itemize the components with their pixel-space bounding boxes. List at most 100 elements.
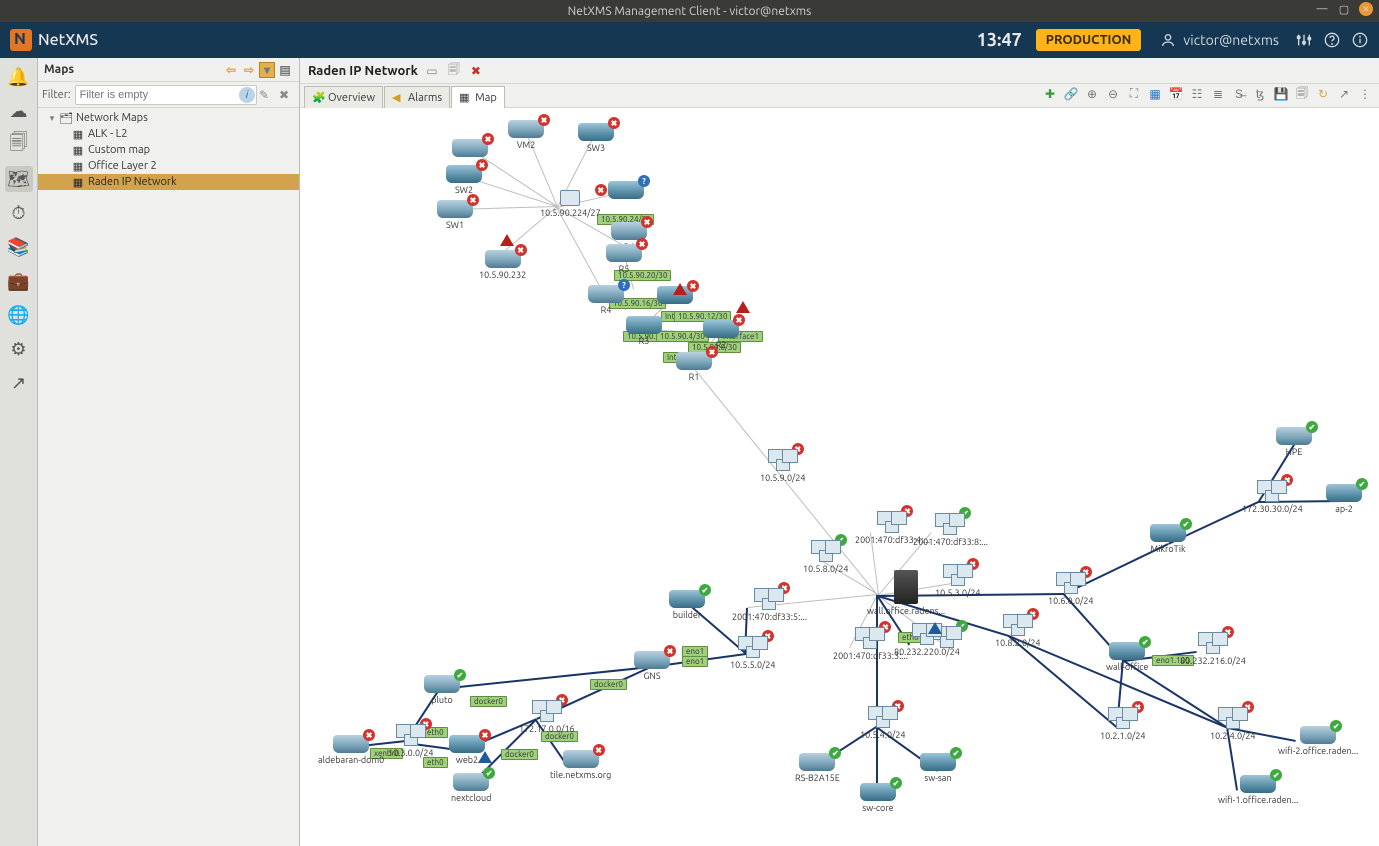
- rail-globe-icon[interactable]: 🌐: [5, 302, 33, 328]
- map-node[interactable]: ✖10.5.4.0/24: [860, 706, 906, 740]
- window-close-icon[interactable]: ×: [1359, 2, 1373, 16]
- map-node[interactable]: ✖10.5.5.0/24: [730, 636, 776, 670]
- map-node[interactable]: R3: [626, 316, 662, 346]
- map-canvas[interactable]: 10.5.90.24/3010.5.90.20/3010.5.90.16/30I…: [300, 108, 1379, 846]
- settings-sliders-icon[interactable]: [1295, 31, 1313, 49]
- map-node[interactable]: ✔2001:470:df33:8:...: [913, 513, 988, 547]
- tree-root[interactable]: ▾ 🗂 Network Maps: [38, 110, 299, 126]
- map-node[interactable]: ?: [608, 181, 644, 199]
- map-node[interactable]: ✖10.6.0.0/24: [1048, 572, 1094, 606]
- map-node[interactable]: ✔builder: [669, 590, 705, 620]
- window-max-icon[interactable]: ▢: [1337, 2, 1351, 16]
- map-node[interactable]: ✖10.5.90.232: [479, 250, 526, 280]
- map-node[interactable]: ✖GNS: [634, 651, 670, 681]
- map-node[interactable]: ✔sw-core: [860, 783, 896, 813]
- tree-item[interactable]: ▦Custom map: [38, 142, 299, 158]
- zoom-fit-icon[interactable]: ⛶: [1126, 86, 1142, 102]
- rail-maps-icon[interactable]: 🗺: [5, 166, 33, 192]
- map-node[interactable]: ✖10.5.90.224/27: [540, 190, 601, 218]
- view-close-icon[interactable]: ✖: [468, 63, 484, 79]
- rail-gear-icon[interactable]: ⚙: [5, 336, 33, 362]
- map-node[interactable]: ✖80.232.216.0/24: [1180, 632, 1246, 666]
- tab-alarms[interactable]: ◀Alarms: [384, 86, 450, 108]
- filter-reset-icon[interactable]: ✖: [279, 88, 295, 102]
- map-node[interactable]: ✖SW1: [437, 200, 473, 230]
- interface-tag[interactable]: docker0: [501, 749, 538, 760]
- map-node[interactable]: ✖10.3.0.0/24: [388, 724, 434, 758]
- interface-tag[interactable]: docker0: [470, 696, 507, 707]
- map-node[interactable]: ✖tile.netxms.org: [550, 750, 611, 780]
- refresh-icon[interactable]: ↻: [1315, 86, 1331, 102]
- map-node[interactable]: ✖2001:470:df33:5:...: [732, 588, 807, 622]
- filter-info-icon[interactable]: i: [239, 87, 255, 103]
- rail-alarms-icon[interactable]: 🔔: [5, 64, 33, 90]
- map-node[interactable]: 80.232.220.0/24: [894, 623, 960, 657]
- tree-item[interactable]: ▦Office Layer 2: [38, 158, 299, 174]
- map-node[interactable]: ✔ap-2: [1326, 484, 1362, 514]
- add-icon[interactable]: ✚: [1042, 86, 1058, 102]
- more-icon[interactable]: ⋮: [1357, 86, 1373, 102]
- map-node[interactable]: ✖10.5.9.0/24: [760, 449, 806, 483]
- tree-item-selected[interactable]: ▦Raden IP Network: [38, 174, 299, 190]
- rail-toolbox-icon[interactable]: 💼: [5, 268, 33, 294]
- view-restore-icon[interactable]: ▭: [424, 63, 440, 79]
- map-node[interactable]: ?R4: [588, 285, 624, 315]
- map-node[interactable]: ✖10.2.1.0/24: [1100, 707, 1146, 741]
- map-node[interactable]: wall.office.radens...: [867, 570, 945, 616]
- tab-overview[interactable]: 🧩Overview: [304, 86, 383, 108]
- tab-map[interactable]: ▦Map: [451, 86, 505, 108]
- map-node[interactable]: ✔sw-san: [920, 753, 956, 783]
- rail-cloud-icon[interactable]: ☁: [5, 98, 33, 124]
- zoom-in-icon[interactable]: ⊕: [1084, 86, 1100, 102]
- copy-icon[interactable]: 🗐: [1294, 86, 1310, 102]
- strike-icon[interactable]: S̶: [1231, 86, 1247, 102]
- window-min-icon[interactable]: —: [1315, 2, 1329, 16]
- map-node[interactable]: ✔wall-office: [1106, 642, 1148, 672]
- interface-tag[interactable]: eth0: [423, 757, 448, 768]
- filter-input[interactable]: [75, 85, 257, 105]
- map-node[interactable]: ✖10.8.2.0/24: [995, 614, 1041, 648]
- list-icon[interactable]: ≣: [1210, 86, 1226, 102]
- map-node[interactable]: ✖172.30.30.0/24: [1242, 480, 1303, 514]
- map-node[interactable]: ✖R5: [606, 244, 642, 274]
- tree-item[interactable]: ▦ALK - L2: [38, 126, 299, 142]
- map-node[interactable]: ✖172.17.0.0/16: [519, 700, 575, 734]
- map-node[interactable]: ✖VM2: [508, 120, 544, 150]
- map-node[interactable]: ✔wifi-1.office.raden...: [1218, 775, 1298, 805]
- collapse-icon[interactable]: ▾: [46, 113, 58, 124]
- map-node[interactable]: ✖SW3: [578, 123, 614, 153]
- map-node[interactable]: ✖R1: [676, 352, 712, 382]
- view-detach-icon[interactable]: 🗐: [446, 63, 462, 79]
- interface-tag[interactable]: docker0: [590, 679, 627, 690]
- help-icon[interactable]: [1323, 31, 1341, 49]
- rail-library-icon[interactable]: 📚: [5, 234, 33, 260]
- user-menu[interactable]: victor@netxms: [1159, 31, 1279, 49]
- zoom-out-icon[interactable]: ⊖: [1105, 86, 1121, 102]
- filter-clear-icon[interactable]: ✎: [259, 88, 275, 102]
- rail-dashboard-icon[interactable]: ⏱: [5, 200, 33, 226]
- calendar-icon[interactable]: 📅: [1168, 86, 1184, 102]
- popout-icon[interactable]: ↗: [1336, 86, 1352, 102]
- nav-fwd-icon[interactable]: ⇨: [241, 62, 257, 78]
- map-node[interactable]: ✔MikroTik: [1150, 524, 1186, 554]
- nav-back-icon[interactable]: ⇦: [223, 62, 239, 78]
- map-node[interactable]: ✖10.2.4.0/24: [1210, 707, 1256, 741]
- map-node[interactable]: ✔nextcloud: [451, 773, 491, 803]
- map-node[interactable]: ✔10.5.8.0/24: [803, 540, 849, 574]
- text-icon[interactable]: ꜩ: [1252, 86, 1268, 102]
- link-icon[interactable]: 🔗: [1063, 86, 1079, 102]
- map-node[interactable]: ✖aldebaran-dom0: [318, 735, 384, 765]
- info-icon[interactable]: [1351, 31, 1369, 49]
- save-icon[interactable]: 💾: [1273, 86, 1289, 102]
- map-node[interactable]: ✔wifi-2.office.raden...: [1278, 726, 1358, 756]
- map-node[interactable]: ✖SW2: [446, 165, 482, 195]
- map-node[interactable]: ✔HPE: [1276, 427, 1312, 457]
- grid-icon[interactable]: ▦: [1147, 86, 1163, 102]
- map-node[interactable]: ✖R2: [703, 320, 739, 350]
- interface-tag[interactable]: 10.5.90.4/30: [656, 331, 709, 342]
- layers-icon[interactable]: ☷: [1189, 86, 1205, 102]
- filter-toggle-icon[interactable]: ▾: [259, 62, 275, 78]
- map-node[interactable]: ✔pluto: [424, 675, 460, 705]
- map-node[interactable]: ✔RS-B2A15E: [795, 753, 840, 783]
- rail-copy-icon[interactable]: 🗐: [5, 132, 33, 158]
